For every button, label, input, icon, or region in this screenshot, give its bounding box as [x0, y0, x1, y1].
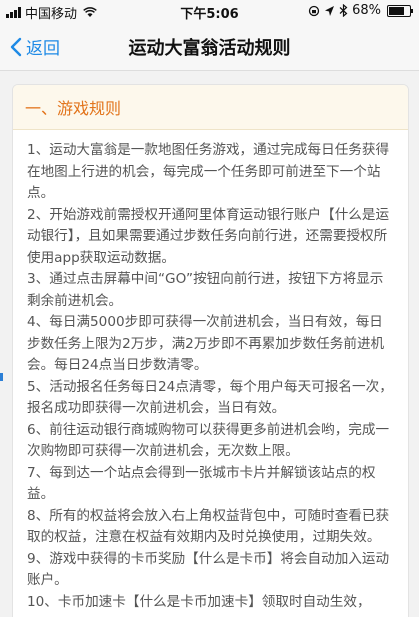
rule-item: 6、前往运动银行商城购物可以获得更多前进机会哟，完成一次购物即可获得一次前进机会…: [27, 421, 390, 460]
rule-item: 2、开始游戏前需授权开通阿里体育运动银行账户【什么是运动银行】，且如果需要通过步…: [27, 206, 390, 266]
phone-screen: 中国移动 下午5:06 68% 返回 运动大富翁活动规则 一、游戏规则 1、运动…: [0, 0, 419, 617]
section-title: 一、游戏规则: [25, 99, 122, 118]
battery-fill: [389, 6, 404, 15]
rule-item: 3、通过点击屏幕中间“GO”按钮向前行进，按钮下方将显示剩余前进机会。: [27, 271, 384, 309]
battery-percent: 68%: [352, 3, 381, 18]
status-bar: 中国移动 下午5:06 68%: [0, 0, 419, 22]
rule-item: 8、所有的权益将会放入右上角权益背包中，可随时查看已获取的权益，注意在权益有效期…: [27, 507, 390, 546]
rotation-lock-icon: [308, 5, 320, 16]
status-right: 68%: [308, 3, 413, 18]
rules-card: 一、游戏规则 1、运动大富翁是一款地图任务游戏，通过完成每日任务获得在地图上行进…: [12, 84, 409, 617]
battery-icon: [387, 4, 413, 17]
navigation-bar: 返回 运动大富翁活动规则: [0, 22, 419, 71]
bluetooth-icon: [339, 4, 348, 17]
rule-item: 9、游戏中获得的卡币奖励【什么是卡币】将会自动加入运动账户。: [27, 550, 390, 589]
rule-item: 4、每日满5000步即可获得一次前进机会，当日有效，每日步数任务上限为2万步，满…: [27, 314, 385, 373]
location-icon: [325, 5, 335, 16]
section-header: 一、游戏规则: [13, 85, 408, 130]
page-title: 运动大富翁活动规则: [128, 38, 291, 59]
rules-list[interactable]: 1、运动大富翁是一款地图任务游戏，通过完成每日任务获得在地图上行进的机会，每完成…: [13, 130, 408, 613]
side-indicator: [0, 373, 3, 381]
rule-item: 1、运动大富翁是一款地图任务游戏，通过完成每日任务获得在地图上行进的机会，每完成…: [27, 142, 390, 201]
rule-item: 10、卡币加速卡【什么是卡币加速卡】领取时自动生效，: [27, 593, 371, 610]
rule-item: 5、活动报名任务每日24点清零，每个用户每天可报名一次，报名成功即获得一次前进机…: [27, 378, 393, 417]
rule-item: 7、每到达一个站点会得到一张城市卡片并解锁该站点的权益。: [27, 464, 376, 503]
